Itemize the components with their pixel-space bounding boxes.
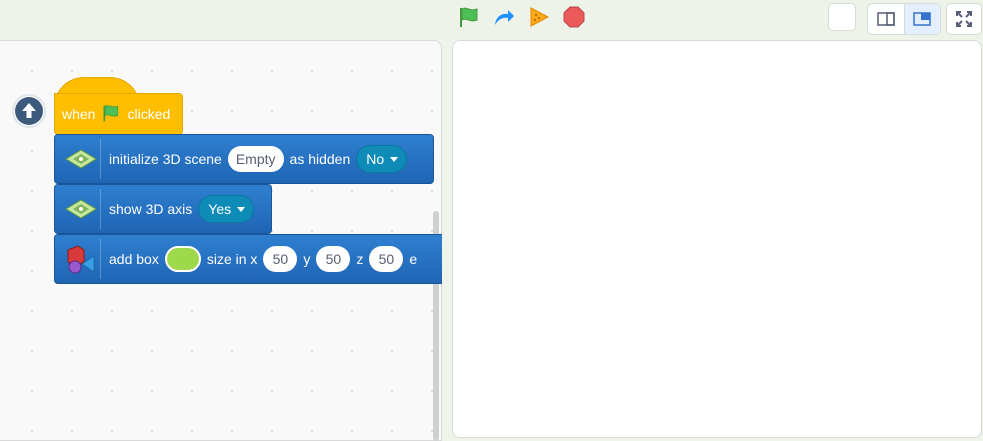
stage-size-toggle <box>867 3 941 35</box>
3d-shapes-icon <box>61 239 101 279</box>
hat-label-when: when <box>62 106 96 122</box>
stage[interactable] <box>452 40 982 438</box>
small-stage-icon[interactable] <box>868 4 904 34</box>
initialize-3d-scene-block[interactable]: initialize 3D scene Empty as hidden No <box>54 134 434 184</box>
turbo-icon[interactable] <box>491 4 516 29</box>
when-flag-clicked-block[interactable]: when clicked <box>54 93 183 135</box>
3d-scene-icon <box>61 189 101 229</box>
show-3d-axis-block[interactable]: show 3D axis Yes <box>54 184 272 234</box>
up-arrow-icon[interactable] <box>12 94 46 128</box>
stop-sign-icon[interactable] <box>561 4 586 29</box>
z-label: z <box>356 251 364 267</box>
x-input[interactable]: 50 <box>263 246 298 272</box>
init-label: initialize 3D scene <box>109 151 222 167</box>
large-stage-icon[interactable] <box>903 4 940 34</box>
green-flag-icon <box>101 103 121 126</box>
chevron-down-icon <box>237 206 246 212</box>
y-label: y <box>303 251 311 267</box>
run-controls <box>456 4 586 29</box>
box-label-tail: e <box>409 251 418 267</box>
chevron-down-icon <box>390 156 399 162</box>
scene-input[interactable]: Empty <box>227 146 284 172</box>
axis-label: show 3D axis <box>109 201 193 217</box>
hidden-label: as hidden <box>289 151 351 167</box>
hat-label-clicked: clicked <box>127 106 171 122</box>
green-flag-icon[interactable] <box>456 4 481 29</box>
add-box-block[interactable]: add box size in x 50 y 50 z 50 e <box>54 234 442 284</box>
box-label: add box <box>109 251 159 267</box>
fullscreen-icon[interactable] <box>946 3 982 35</box>
hidden-dropdown[interactable]: No <box>356 145 408 173</box>
hidden-dropdown-value: No <box>366 151 385 167</box>
cone-icon[interactable] <box>526 4 551 29</box>
color-picker[interactable] <box>164 246 201 272</box>
size-label: size in x <box>206 251 258 267</box>
axis-dropdown-value: Yes <box>208 201 232 217</box>
y-input[interactable]: 50 <box>316 246 351 272</box>
axis-dropdown[interactable]: Yes <box>198 195 255 223</box>
z-input[interactable]: 50 <box>369 246 404 272</box>
mode-toggle[interactable] <box>828 3 856 31</box>
3d-scene-icon <box>61 139 101 179</box>
top-toolbar <box>0 0 983 40</box>
